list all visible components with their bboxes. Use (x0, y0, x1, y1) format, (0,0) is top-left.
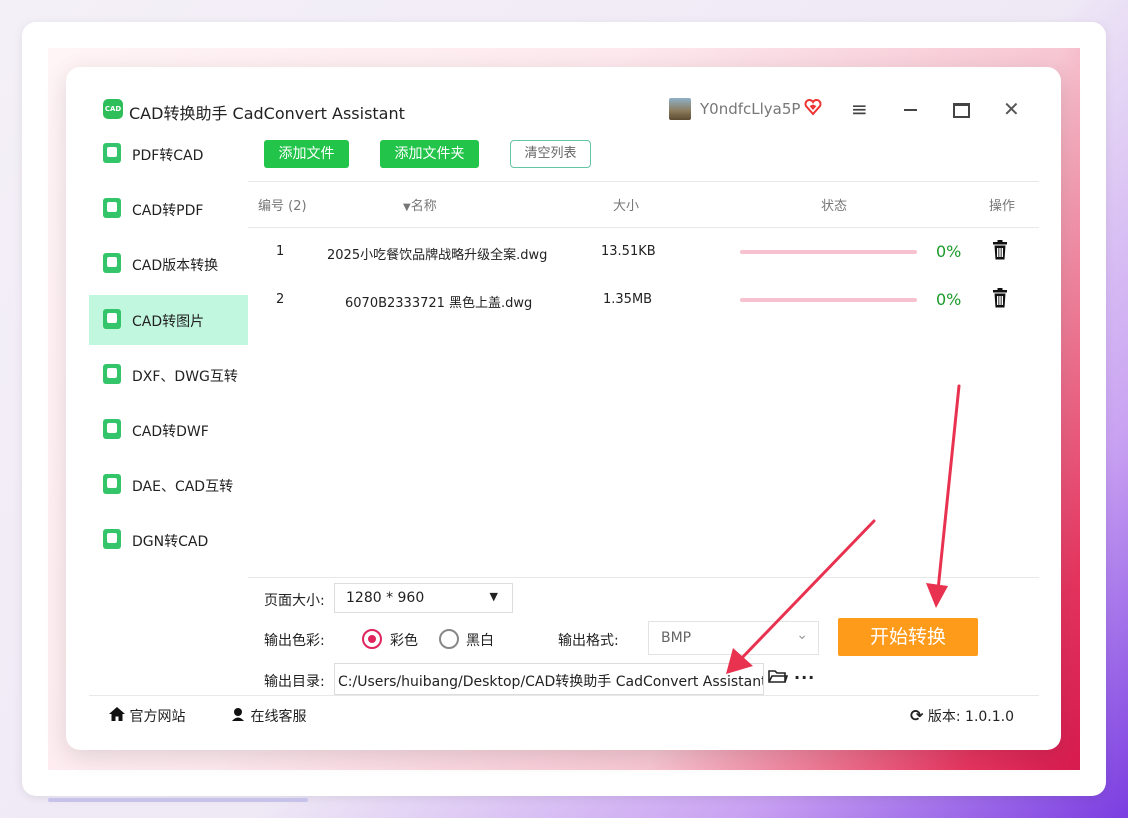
user-avatar[interactable] (669, 98, 691, 120)
row-percent: 0% (936, 290, 962, 309)
sidebar-item-label: PDF转CAD (132, 148, 204, 164)
row-index: 1 (276, 244, 285, 259)
sidebar-item-pdf-to-cad[interactable]: PDF转CAD (89, 129, 248, 179)
page-size-value: 1280 * 960 (346, 590, 425, 606)
header-size: 大小 (613, 199, 640, 214)
dropdown-arrow-icon: ▼ (489, 590, 498, 603)
row-progress-bar (740, 298, 917, 302)
dae-cad-icon (103, 474, 121, 494)
row-file-name: 2025小吃餐饮品牌战略升级全案.dwg (327, 248, 548, 263)
sidebar-item-label: CAD转图片 (132, 314, 205, 330)
title-bar: CAD CAD转换助手 CadConvert Assistant Y0ndfcL… (66, 67, 1061, 129)
start-convert-button[interactable]: 开始转换 (838, 618, 978, 656)
table-row[interactable]: 1 2025小吃餐饮品牌战略升级全案.dwg 13.51KB 0% (248, 229, 1039, 277)
row-file-size: 13.51KB (601, 244, 656, 259)
row-file-size: 1.35MB (603, 292, 653, 307)
support-label: 在线客服 (250, 709, 307, 725)
hamburger-menu-icon[interactable]: ≡ (851, 98, 868, 120)
pdf-to-cad-icon (103, 143, 121, 163)
radio-bw[interactable] (439, 629, 459, 649)
minimize-icon[interactable] (904, 109, 917, 111)
row-progress-bar (740, 250, 917, 254)
chevron-down-icon: ⌄ (796, 627, 808, 643)
color-option-bw[interactable]: 黑白 (466, 630, 494, 650)
radio-color[interactable] (362, 629, 382, 649)
maximize-icon[interactable] (953, 103, 970, 118)
close-icon[interactable]: ✕ (1003, 97, 1020, 121)
color-option-color[interactable]: 彩色 (390, 630, 418, 650)
refresh-icon[interactable]: ⟳ (910, 706, 923, 725)
vip-heart-icon[interactable] (804, 98, 822, 121)
version-value: 1.0.1.0 (965, 709, 1015, 725)
version-info: ⟳ 版本: 1.0.1.0 (910, 706, 1014, 726)
clear-list-button[interactable]: 清空列表 (510, 140, 591, 168)
page-size-select[interactable]: 1280 * 960 ▼ (334, 583, 513, 613)
website-label: 官方网站 (129, 709, 186, 725)
sidebar-item-label: DGN转CAD (132, 534, 209, 550)
cad-version-icon (103, 253, 121, 273)
cad-to-image-icon (103, 309, 121, 329)
header-index: 编号 (2) (258, 199, 307, 214)
table-row[interactable]: 2 6070B2333721 黑色上盖.dwg 1.35MB 0% (248, 277, 1039, 325)
format-label: 输出格式: (558, 633, 619, 649)
output-dir-value: C:/Users/huibang/Desktop/CAD转换助手 CadConv… (338, 674, 764, 690)
output-dir-input[interactable]: C:/Users/huibang/Desktop/CAD转换助手 CadConv… (334, 663, 764, 695)
footer: 官方网站 在线客服 ⟳ 版本: 1.0.1.0 (89, 695, 1039, 732)
sidebar: PDF转CAD CAD转PDF CAD版本转换 CAD转图片 DXF、DWG互转… (89, 129, 248, 695)
header-status: 状态 (821, 199, 848, 214)
sidebar-item-dxf-dwg[interactable]: DXF、DWG互转 (89, 350, 248, 400)
website-link[interactable]: 官方网站 (109, 706, 185, 726)
trash-icon[interactable] (992, 240, 1008, 262)
settings-panel: 页面大小: 1280 * 960 ▼ 输出色彩: 彩色 黑白 输出格式: BMP… (248, 577, 1039, 696)
add-file-button[interactable]: 添加文件 (264, 140, 349, 168)
more-ellipsis-icon[interactable]: ··· (794, 668, 815, 687)
sidebar-item-cad-version[interactable]: CAD版本转换 (89, 239, 248, 289)
header-action: 操作 (989, 199, 1016, 214)
sidebar-item-cad-to-pdf[interactable]: CAD转PDF (89, 184, 248, 234)
app-logo-icon: CAD (103, 99, 123, 119)
user-name[interactable]: Y0ndfcLlya5P (700, 100, 800, 118)
sidebar-item-dgn-to-cad[interactable]: DGN转CAD (89, 515, 248, 565)
sidebar-item-label: CAD版本转换 (132, 258, 219, 274)
color-label: 输出色彩: (264, 633, 325, 649)
sidebar-item-cad-to-dwf[interactable]: CAD转DWF (89, 405, 248, 455)
format-value: BMP (661, 630, 692, 646)
row-percent: 0% (936, 242, 962, 261)
output-dir-label: 输出目录: (264, 674, 325, 690)
folder-icon[interactable] (768, 668, 789, 688)
headset-icon (230, 708, 250, 725)
app-title: CAD转换助手 CadConvert Assistant (129, 104, 405, 123)
format-select[interactable]: BMP ⌄ (648, 621, 819, 655)
trash-icon[interactable] (992, 288, 1008, 310)
version-label: 版本: (927, 709, 961, 725)
row-index: 2 (276, 292, 285, 307)
header-name-sort[interactable]: ▼名称 (403, 195, 437, 214)
cad-to-pdf-icon (103, 198, 121, 218)
sidebar-item-label: DAE、CAD互转 (132, 479, 234, 495)
dgn-to-cad-icon (103, 529, 121, 549)
sidebar-item-dae-cad[interactable]: DAE、CAD互转 (89, 460, 248, 510)
main-content: 添加文件 添加文件夹 清空列表 编号 (2) ▼名称 大小 状态 操作 1 20… (248, 129, 1039, 696)
sidebar-item-label: DXF、DWG互转 (132, 369, 238, 385)
table-header: 编号 (2) ▼名称 大小 状态 操作 (248, 181, 1039, 228)
dxf-dwg-icon (103, 364, 121, 384)
sidebar-item-cad-to-image[interactable]: CAD转图片 (89, 295, 248, 345)
sidebar-item-label: CAD转PDF (132, 203, 204, 219)
sidebar-item-label: CAD转DWF (132, 424, 209, 440)
toolbar: 添加文件 添加文件夹 清空列表 (248, 129, 1039, 182)
row-file-name: 6070B2333721 黑色上盖.dwg (345, 296, 533, 311)
cad-to-dwf-icon (103, 419, 121, 439)
add-folder-button[interactable]: 添加文件夹 (380, 140, 479, 168)
app-window: CAD CAD转换助手 CadConvert Assistant Y0ndfcL… (66, 67, 1061, 750)
page-size-label: 页面大小: (264, 593, 325, 609)
support-link[interactable]: 在线客服 (230, 706, 306, 726)
sort-down-icon: ▼ (403, 202, 411, 213)
decorative-bar (48, 798, 308, 802)
header-name: 名称 (410, 199, 437, 214)
home-icon (109, 707, 129, 725)
